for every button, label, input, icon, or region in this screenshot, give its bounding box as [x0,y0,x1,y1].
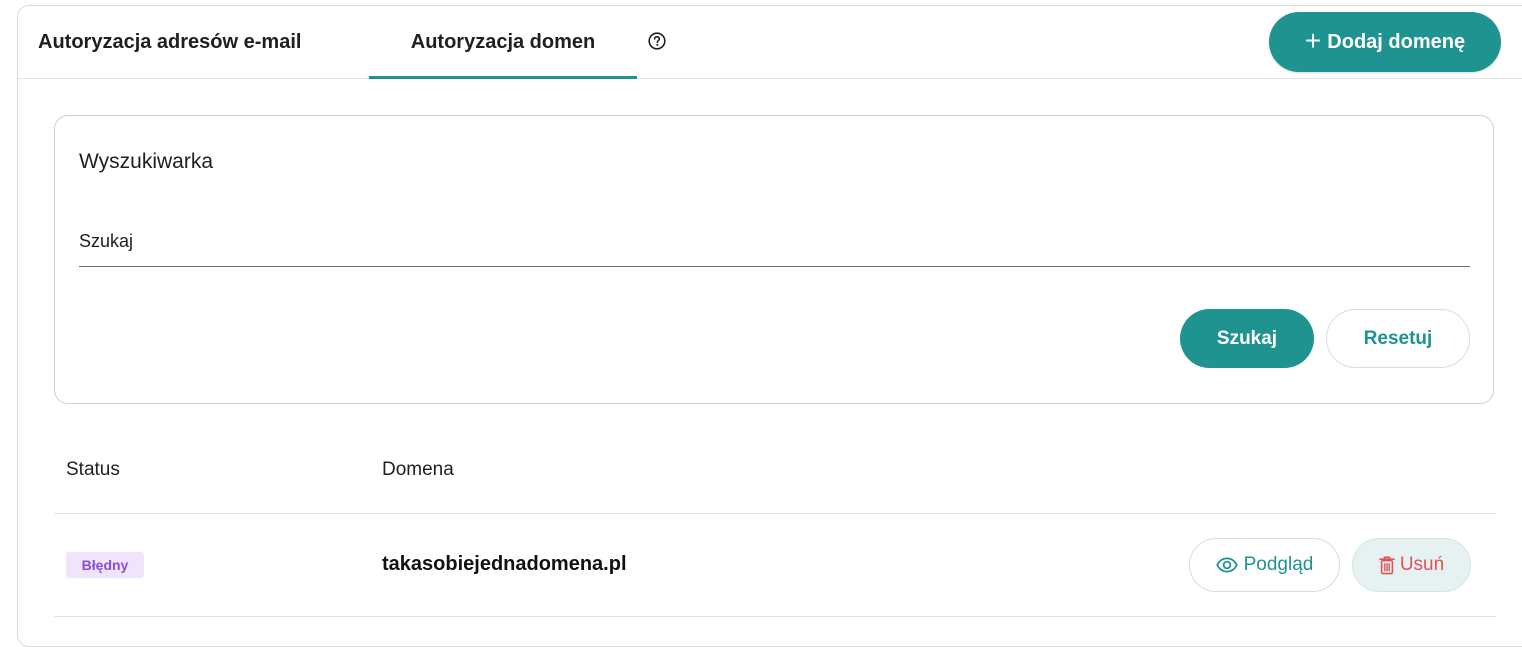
trash-icon [1379,555,1395,575]
tab-label: Autoryzacja adresów e-mail [38,30,302,53]
table-divider [54,616,1496,617]
reset-button[interactable]: Resetuj [1326,309,1470,368]
plus-icon: + [1304,24,1322,56]
eye-icon [1215,557,1238,573]
table-divider [54,513,1496,514]
column-header-domain: Domena [382,459,454,480]
preview-label: Podgląd [1243,554,1314,575]
column-header-status: Status [66,459,120,480]
reset-button-label: Resetuj [1363,327,1433,349]
delete-label: Usuń [1399,554,1445,575]
add-domain-button[interactable]: + Dodaj domenę [1269,12,1501,72]
domain-name: takasobiejednadomena.pl [382,553,627,575]
search-panel-title: Wyszukiwarka [79,150,213,173]
search-input[interactable] [79,216,1470,266]
question-circle-icon[interactable] [648,32,666,50]
search-button-label: Szukaj [1216,327,1278,349]
add-domain-label: Dodaj domenę [1327,30,1466,53]
preview-button[interactable]: Podgląd [1189,538,1340,592]
search-button[interactable]: Szukaj [1180,309,1314,368]
search-panel: Wyszukiwarka Szukaj Resetuj [54,115,1494,404]
search-field [79,216,1470,267]
delete-button[interactable]: Usuń [1352,538,1471,592]
tab-email-authorization[interactable]: Autoryzacja adresów e-mail [38,6,338,78]
tab-domain-authorization[interactable]: Autoryzacja domen [369,6,637,79]
tab-label: Autoryzacja domen [410,30,596,53]
status-badge: Błędny [66,552,144,578]
